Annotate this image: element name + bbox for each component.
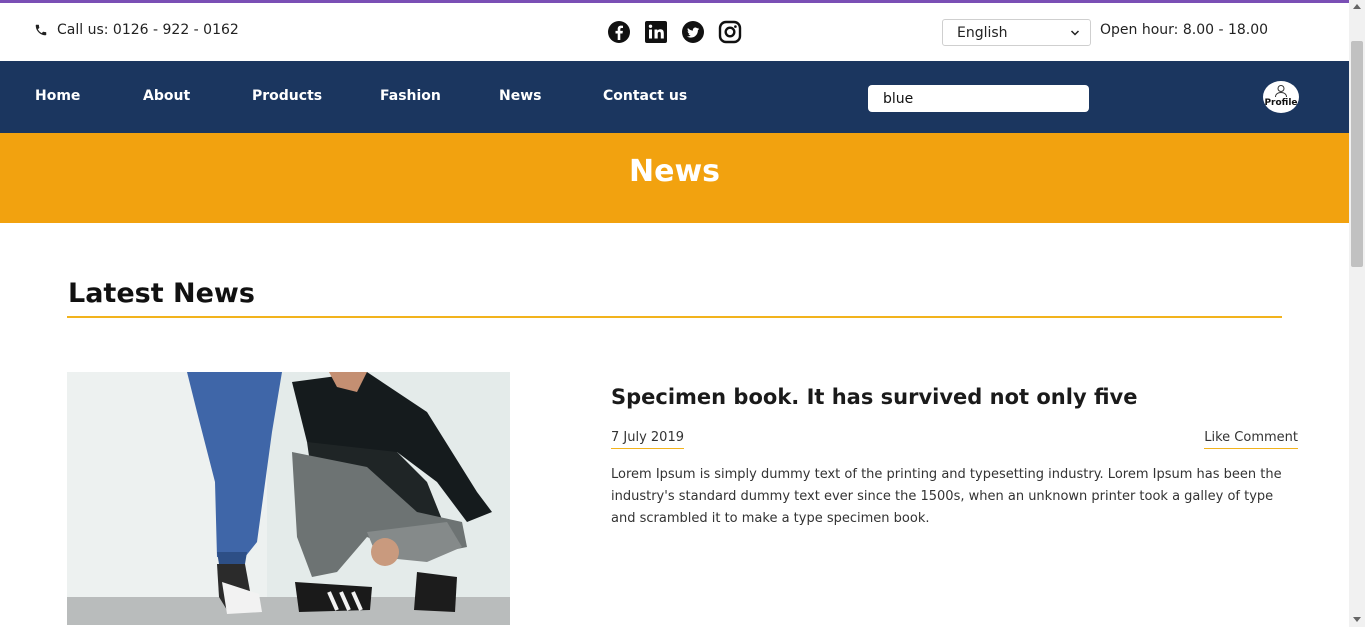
section-title: Latest News — [68, 278, 255, 309]
instagram-icon[interactable] — [718, 20, 742, 44]
call-us: Call us: 0126 - 922 - 0162 — [34, 22, 239, 38]
page-title: News — [628, 154, 721, 189]
article-title[interactable]: Specimen book. It has survived not only … — [611, 385, 1137, 409]
nav-item-fashion[interactable]: Fashion — [380, 88, 441, 104]
language-selected: English — [957, 25, 1008, 41]
chevron-down-icon — [1070, 30, 1080, 36]
section-divider — [67, 316, 1282, 318]
nav-item-products[interactable]: Products — [252, 88, 322, 104]
page-banner: News — [0, 133, 1349, 223]
social-links — [607, 20, 742, 44]
top-bar: Call us: 0126 - 922 - 0162 English Open … — [0, 3, 1349, 61]
nav-item-contact-us[interactable]: Contact us — [603, 88, 687, 104]
linkedin-icon[interactable] — [644, 20, 668, 44]
scroll-thumb[interactable] — [1351, 41, 1363, 267]
user-icon — [1275, 85, 1287, 98]
like-comment-link[interactable]: Like Comment — [1204, 430, 1298, 449]
profile-button[interactable]: Profile — [1263, 81, 1299, 113]
call-us-text: Call us: 0126 - 922 - 0162 — [57, 22, 239, 38]
article-image[interactable] — [67, 372, 510, 625]
article-date[interactable]: 7 July 2019 — [611, 430, 684, 449]
nav-item-news[interactable]: News — [499, 88, 541, 104]
profile-label: Profile — [1264, 98, 1298, 108]
twitter-icon[interactable] — [681, 20, 705, 44]
main-nav: Home About Products Fashion News Contact… — [0, 61, 1349, 133]
language-select[interactable]: English — [942, 19, 1091, 46]
scroll-down-arrow-icon[interactable] — [1353, 617, 1361, 622]
open-hours: Open hour: 8.00 - 18.00 — [1100, 22, 1269, 38]
search-input[interactable] — [868, 85, 1089, 112]
scroll-up-arrow-icon[interactable] — [1353, 4, 1361, 9]
phone-icon — [35, 24, 47, 36]
nav-item-home[interactable]: Home — [35, 88, 80, 104]
facebook-icon[interactable] — [607, 20, 631, 44]
nav-item-about[interactable]: About — [143, 88, 190, 104]
article-excerpt: Lorem Ipsum is simply dummy text of the … — [611, 467, 1282, 526]
page-scrollbar[interactable] — [1349, 0, 1365, 627]
fashion-photo-illustration — [67, 372, 510, 625]
